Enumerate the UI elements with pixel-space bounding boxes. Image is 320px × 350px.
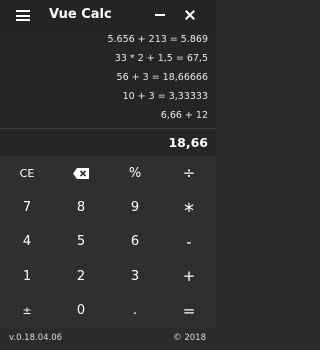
minus-button[interactable]: - [162,225,216,259]
app-title: Vue Calc [49,7,112,22]
digit-2-button[interactable]: 2 [54,259,108,293]
digit-5-button[interactable]: 5 [54,225,108,259]
equals-button[interactable]: = [162,294,216,328]
digit-8-button[interactable]: 8 [54,190,108,224]
keypad: CE % ÷ 7 8 9 * 4 5 6 - 1 2 3 + ± 0 . = [0,156,216,328]
history-entry[interactable]: 33 * 2 + 1,5 = 67,5 [115,53,208,64]
clear-entry-button[interactable]: CE [0,156,54,190]
digit-6-button[interactable]: 6 [108,225,162,259]
result-value: 18,66 [168,135,208,150]
digit-0-button[interactable]: 0 [54,294,108,328]
version-label: v.0.18.04.06 [9,333,63,343]
history-entry[interactable]: 56 + 3 = 18,66666 [117,72,208,83]
copyright-label: © 2018 [173,333,206,343]
footer: v.0.18.04.06 © 2018 [0,328,216,350]
history-entry[interactable]: 5.656 + 213 = 5.869 [107,34,208,45]
history-panel: 5.656 + 213 = 5.869 33 * 2 + 1,5 = 67,5 … [0,30,216,128]
history-entry[interactable]: 6,66 + 12 [161,110,208,121]
percent-button[interactable]: % [108,156,162,190]
digit-9-button[interactable]: 9 [108,190,162,224]
backspace-icon [73,167,89,179]
hamburger-menu-icon[interactable] [16,10,30,21]
digit-7-button[interactable]: 7 [0,190,54,224]
digit-3-button[interactable]: 3 [108,259,162,293]
backspace-button[interactable] [54,156,108,190]
decimal-button[interactable]: . [108,294,162,328]
plus-minus-button[interactable]: ± [0,294,54,328]
minimize-icon[interactable] [155,14,165,16]
history-entry[interactable]: 10 + 3 = 3,33333 [123,91,208,102]
result-display: 18,66 [0,129,216,156]
close-icon[interactable] [183,7,197,23]
digit-1-button[interactable]: 1 [0,259,54,293]
title-bar: Vue Calc [0,0,216,30]
multiply-button[interactable]: * [162,190,216,224]
calculator-app: Vue Calc 5.656 + 213 = 5.869 33 * 2 + 1,… [0,0,216,350]
plus-button[interactable]: + [162,259,216,293]
divide-button[interactable]: ÷ [162,156,216,190]
digit-4-button[interactable]: 4 [0,225,54,259]
